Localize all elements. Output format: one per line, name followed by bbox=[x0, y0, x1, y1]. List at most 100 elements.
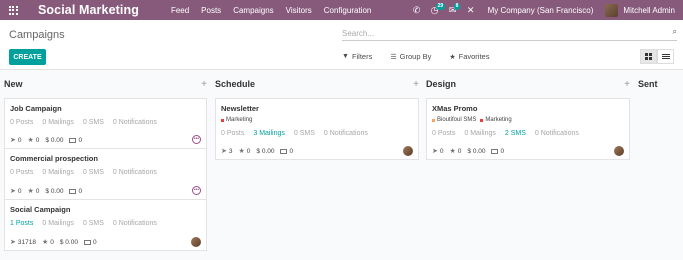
card-stats: 0 Posts 0 Mailings 0 SMS 0 Notifications bbox=[10, 169, 166, 176]
card-footer: ➤ 0 ★ 0 $ 0.00 0 bbox=[432, 147, 510, 156]
filters-button[interactable]: ▼ Filters bbox=[342, 52, 381, 61]
card-stats: 0 Posts 0 Mailings 0 SMS 0 Notifications bbox=[10, 119, 166, 126]
messages-value: 0 bbox=[78, 187, 83, 195]
tag-marketing: Marketing bbox=[480, 117, 512, 123]
stars-value: 0 bbox=[246, 147, 251, 155]
card-tags: Bioutifoul SMS Marketing bbox=[432, 117, 516, 123]
sms-count[interactable]: 0 SMS bbox=[83, 220, 104, 227]
card-footer: ➤ 0 ★ 0 $ 0.00 0 bbox=[10, 136, 88, 145]
column-header: Design + bbox=[426, 71, 630, 97]
filters-label: Filters bbox=[351, 52, 373, 61]
favorites-label: Favorites bbox=[458, 52, 490, 61]
mailings-count[interactable]: 0 Mailings bbox=[42, 220, 74, 227]
responsible-avatar[interactable] bbox=[614, 146, 624, 156]
messages-icon[interactable]: ✉ 8 bbox=[444, 0, 462, 20]
posts-count[interactable]: 0 Posts bbox=[10, 119, 33, 126]
phone-icon[interactable]: ✆ bbox=[408, 0, 426, 20]
top-navbar: Social Marketing Feed Posts Campaigns Vi… bbox=[0, 0, 683, 20]
app-brand[interactable]: Social Marketing bbox=[38, 3, 139, 17]
mailings-count[interactable]: 0 Mailings bbox=[464, 130, 496, 137]
menu-visitors[interactable]: Visitors bbox=[286, 6, 312, 15]
add-card-icon[interactable]: + bbox=[413, 79, 419, 90]
messages-value: 0 bbox=[289, 147, 294, 155]
star-icon: ★ bbox=[238, 148, 245, 155]
sms-count[interactable]: 0 SMS bbox=[83, 119, 104, 126]
company-switcher[interactable]: My Company (San Francisco) bbox=[488, 6, 594, 15]
favorites-button[interactable]: ★ Favorites bbox=[449, 52, 498, 61]
menu-feed[interactable]: Feed bbox=[171, 6, 189, 15]
posts-count[interactable]: 1 Posts bbox=[10, 220, 33, 227]
search-icon[interactable]: ⌕ bbox=[673, 27, 677, 37]
messages-value: 0 bbox=[78, 136, 83, 144]
messages-value: 0 bbox=[500, 147, 505, 155]
card-footer: ➤ 0 ★ 0 $ 0.00 0 bbox=[10, 187, 88, 196]
messages-value: 0 bbox=[92, 238, 97, 246]
card-stats: 1 Posts 0 Mailings 0 SMS 0 Notifications bbox=[10, 220, 166, 227]
groupby-button[interactable]: ☰ Group By bbox=[390, 52, 440, 61]
cursor-icon: ➤ bbox=[10, 137, 16, 144]
notifications-count[interactable]: 0 Notifications bbox=[113, 119, 157, 126]
list-icon bbox=[661, 53, 670, 60]
mailings-count[interactable]: 3 Mailings bbox=[253, 130, 285, 137]
posts-count[interactable]: 0 Posts bbox=[221, 130, 244, 137]
card-footer: ➤ 31718 ★ 0 $ 0.00 0 bbox=[10, 238, 103, 247]
notifications-count[interactable]: 0 Notifications bbox=[535, 130, 579, 137]
tag-label: Marketing bbox=[226, 117, 253, 123]
menu-campaigns[interactable]: Campaigns bbox=[233, 6, 273, 15]
apps-menu-icon[interactable] bbox=[0, 0, 26, 20]
card-title: XMas Promo bbox=[432, 104, 478, 113]
star-icon: ★ bbox=[27, 188, 34, 195]
posts-count[interactable]: 0 Posts bbox=[432, 130, 455, 137]
user-menu[interactable]: Mitchell Admin bbox=[623, 6, 675, 15]
add-card-icon[interactable]: + bbox=[624, 79, 630, 90]
notifications-count[interactable]: 0 Notifications bbox=[324, 130, 368, 137]
sms-count[interactable]: 0 SMS bbox=[83, 169, 104, 176]
sms-count[interactable]: 0 SMS bbox=[294, 130, 315, 137]
search-bar: ⌕ bbox=[342, 27, 677, 41]
main-menu: Feed Posts Campaigns Visitors Configurat… bbox=[171, 6, 383, 15]
list-view-button[interactable] bbox=[657, 49, 674, 64]
menu-posts[interactable]: Posts bbox=[201, 6, 221, 15]
responsible-avatar[interactable] bbox=[191, 237, 201, 247]
mailings-count[interactable]: 0 Mailings bbox=[42, 169, 74, 176]
groupby-label: Group By bbox=[399, 52, 432, 61]
tools-icon[interactable]: ✕ bbox=[462, 0, 480, 20]
star-icon: ★ bbox=[27, 137, 34, 144]
notifications-count[interactable]: 0 Notifications bbox=[113, 169, 157, 176]
cursor-icon: ➤ bbox=[10, 239, 16, 246]
responsible-avatar[interactable] bbox=[403, 146, 413, 156]
activity-status-icon[interactable]: ••• bbox=[192, 186, 201, 195]
user-avatar[interactable] bbox=[605, 3, 619, 17]
activity-status-icon[interactable]: ••• bbox=[192, 135, 201, 144]
clicks-value: 0 bbox=[439, 147, 444, 155]
envelope-icon bbox=[69, 137, 77, 143]
clicks-value: 31718 bbox=[17, 238, 36, 246]
menu-configuration[interactable]: Configuration bbox=[324, 6, 372, 15]
tag-marketing: Marketing bbox=[221, 117, 252, 123]
campaign-card[interactable]: Newsletter Marketing 0 Posts 3 Mailings … bbox=[215, 98, 419, 160]
search-input[interactable] bbox=[342, 27, 662, 40]
revenue-value: $ 0.00 bbox=[256, 147, 275, 155]
column-new: New + bbox=[4, 71, 207, 97]
sms-count[interactable]: 2 SMS bbox=[505, 130, 526, 137]
clicks-value: 0 bbox=[17, 136, 22, 144]
create-button[interactable]: CREATE bbox=[9, 49, 46, 65]
campaign-card[interactable]: Social Campaign 1 Posts 0 Mailings 0 SMS… bbox=[4, 199, 207, 251]
add-card-icon[interactable]: + bbox=[201, 79, 207, 90]
card-stats: 0 Posts 3 Mailings 0 SMS 0 Notifications bbox=[221, 130, 377, 137]
clicks-value: 3 bbox=[228, 147, 233, 155]
messages-badge: 8 bbox=[453, 3, 461, 10]
notifications-count[interactable]: 0 Notifications bbox=[113, 220, 157, 227]
kanban-view-button[interactable] bbox=[640, 49, 657, 64]
activity-icon[interactable]: ◷ 29 bbox=[426, 0, 446, 20]
campaign-card[interactable]: Job Campaign 0 Posts 0 Mailings 0 SMS 0 … bbox=[4, 98, 207, 149]
mailings-count[interactable]: 0 Mailings bbox=[42, 119, 74, 126]
star-icon: ★ bbox=[41, 239, 49, 246]
column-new-cards: Job Campaign 0 Posts 0 Mailings 0 SMS 0 … bbox=[4, 98, 207, 251]
campaign-card[interactable]: XMas Promo Bioutifoul SMS Marketing 0 Po… bbox=[426, 98, 630, 160]
revenue-value: $ 0.00 bbox=[59, 238, 78, 246]
kanban-board: New + Job Campaign 0 Posts 0 Mailings 0 … bbox=[0, 71, 683, 260]
column-title: Sent bbox=[638, 79, 658, 89]
campaign-card[interactable]: Commercial prospection 0 Posts 0 Mailing… bbox=[4, 148, 207, 200]
posts-count[interactable]: 0 Posts bbox=[10, 169, 33, 176]
